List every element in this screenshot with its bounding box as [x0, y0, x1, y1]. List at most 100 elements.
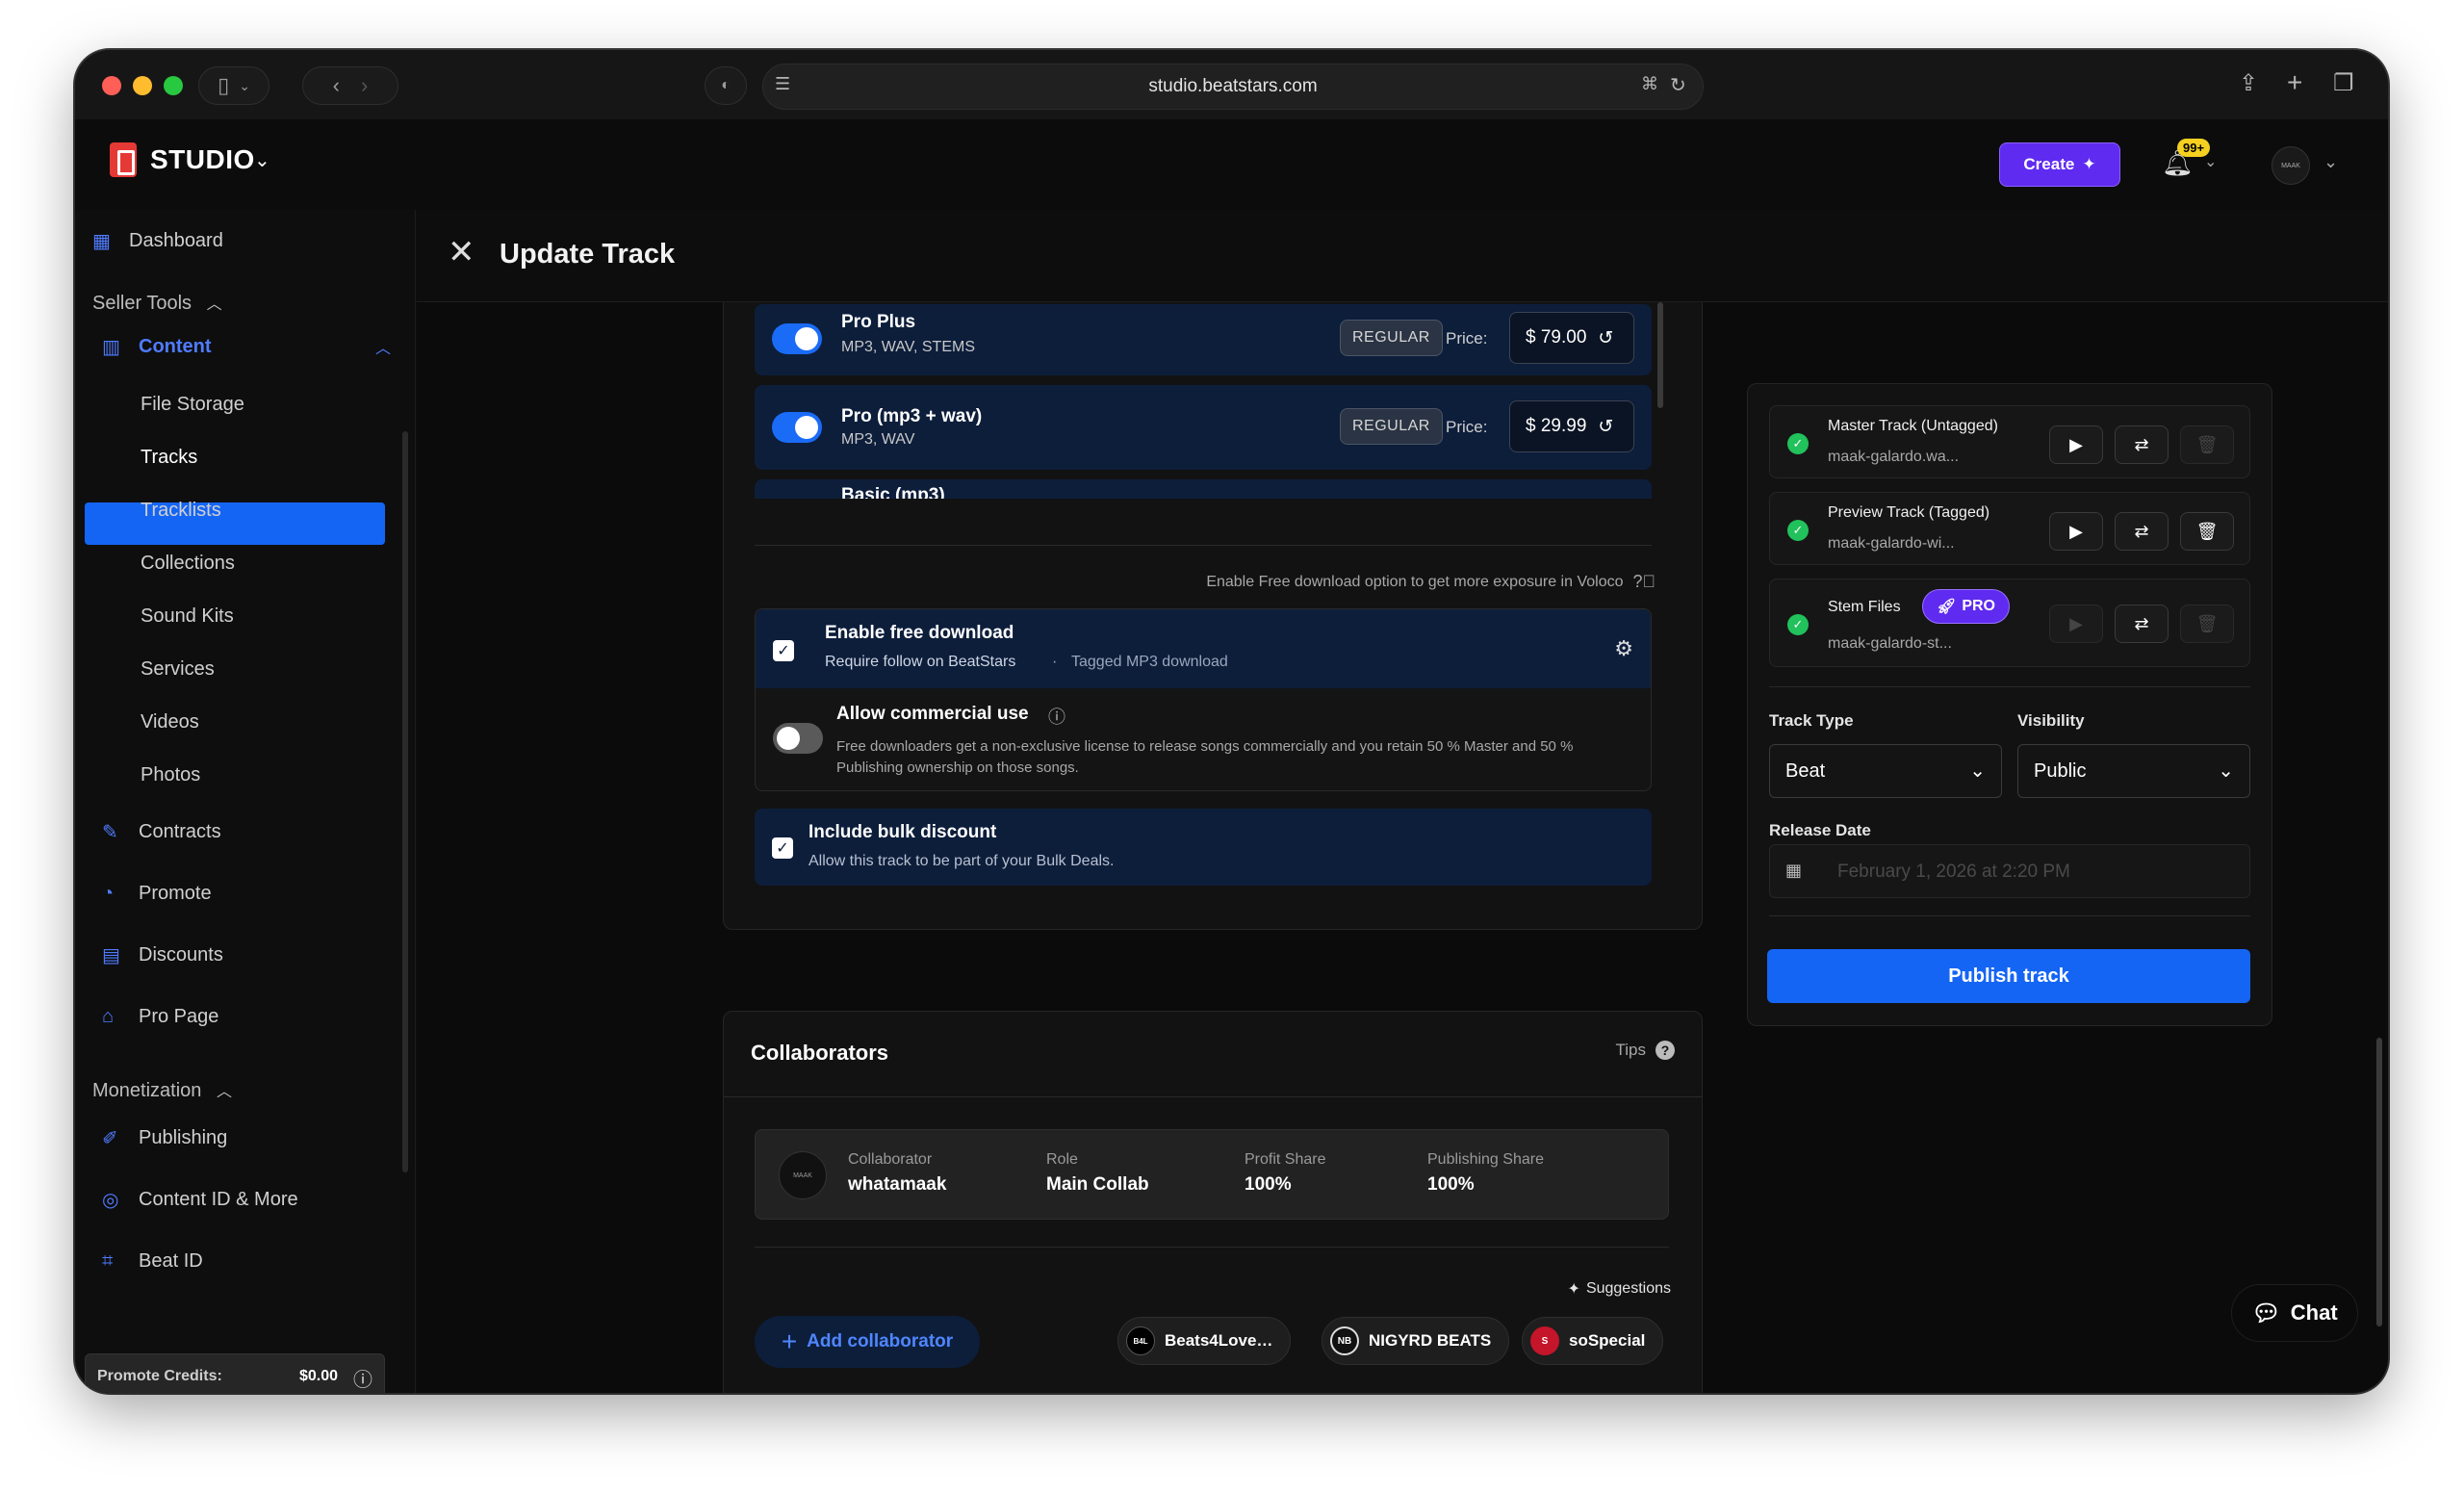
close-icon[interactable]: ✕ [448, 233, 475, 271]
replace-button[interactable]: ⇄ [2115, 425, 2169, 464]
help-icon[interactable]: ?⃝ [1632, 572, 1656, 592]
sidebar-item-label: Publishing [139, 1126, 228, 1148]
release-date-label: Release Date [1769, 821, 1871, 839]
commercial-use-title: Allow commercial use [836, 704, 1029, 724]
promote-credits[interactable]: Promote Credits: $0.00 ⓘ [85, 1353, 385, 1393]
sidebar-item-services[interactable]: Services [141, 648, 215, 690]
sidebar-item-beat-id[interactable]: ⌗ Beat ID [102, 1240, 203, 1282]
sidebar-item-collections[interactable]: Collections [141, 542, 235, 584]
free-download-checkbox[interactable]: ✓ [773, 640, 794, 661]
sidebar-item-publishing[interactable]: ✐ Publishing [102, 1117, 227, 1159]
sidebar-item-contracts[interactable]: ✎ Contracts [102, 811, 221, 853]
info-icon[interactable]: ⓘ [1048, 704, 1065, 729]
trash-icon: 🗑︎ [2195, 613, 2219, 633]
chevron-down-icon[interactable]: ⌄ [2323, 152, 2338, 172]
avatar[interactable]: MAAK [2272, 146, 2310, 185]
bulk-discount-checkbox[interactable]: ✓ [772, 837, 793, 859]
sidebar-item-promote[interactable]: ◔ Promote [102, 872, 212, 914]
reload-icon[interactable]: ↻ [1670, 73, 1686, 97]
price-input[interactable]: $ 79.00 ↺ [1509, 312, 1634, 364]
info-icon[interactable]: ⓘ [353, 1364, 372, 1392]
pro-badge[interactable]: 🚀︎ PRO [1922, 589, 2010, 624]
close-window-button[interactable] [102, 76, 121, 95]
price-input[interactable]: $ 29.99 ↺ [1509, 400, 1634, 452]
delete-button[interactable]: 🗑︎ [2180, 512, 2234, 551]
replace-button[interactable]: ⇄ [2115, 512, 2169, 551]
chat-button[interactable]: 💬︎ Chat [2231, 1284, 2358, 1342]
replace-button[interactable]: ⇄ [2115, 605, 2169, 643]
suggestion-name: NIGYRD BEATS [1369, 1331, 1492, 1350]
sidebar: ▦ Dashboard Seller Tools ︿ ▥ Content ︿ F… [75, 210, 416, 1393]
tips-link[interactable]: Tips ? [1616, 1041, 1675, 1060]
sidebar-item-file-storage[interactable]: File Storage [141, 383, 244, 425]
privacy-toggle-button[interactable]: ◐ [705, 66, 747, 105]
license-toggle[interactable] [772, 323, 822, 354]
play-button[interactable]: ▶ [2049, 425, 2103, 464]
beatstars-logo-icon[interactable] [110, 142, 137, 177]
license-toggle[interactable] [772, 412, 822, 443]
release-date-input[interactable]: ▦ February 1, 2026 at 2:20 PM [1769, 844, 2250, 898]
sidebar-item-pro-page[interactable]: ⌂ Pro Page [102, 995, 218, 1038]
sidebar-item-dashboard[interactable]: ▦ Dashboard [92, 219, 223, 262]
gear-icon[interactable]: ⚙ [1614, 636, 1633, 661]
sparkle-icon: ✦ [1567, 1281, 1580, 1298]
sidebar-section-monetization[interactable]: Monetization ︿ [92, 1078, 232, 1102]
sidebar-toggle-button[interactable]: ▯ ⌄ [198, 66, 270, 105]
sidebar-item-tracks[interactable]: Tracks [141, 436, 197, 478]
studio-brand[interactable]: STUDIO [150, 144, 255, 175]
sidebar-item-videos[interactable]: Videos [141, 701, 199, 743]
delete-button[interactable]: 🗑︎ [2180, 605, 2234, 643]
share-icon[interactable]: ⇪ [2239, 69, 2258, 97]
minimize-window-button[interactable] [133, 76, 152, 95]
sidebar-item-label: Contracts [139, 820, 221, 842]
sidebar-item-photos[interactable]: Photos [141, 754, 200, 796]
sidebar-item-discounts[interactable]: ▤ Discounts [102, 934, 223, 976]
file-row-preview: ✓ Preview Track (Tagged) maak-galardo-wi… [1769, 492, 2250, 565]
play-button[interactable]: ▶ [2049, 605, 2103, 643]
sidebar-scrollbar[interactable] [402, 431, 408, 1172]
delete-button[interactable]: 🗑︎ [2180, 425, 2234, 464]
file-title: Master Track (Untagged) [1828, 418, 1998, 434]
track-type-select[interactable]: Beat ⌄ [1769, 744, 2002, 798]
main-scrollbar[interactable] [2376, 1038, 2382, 1326]
sidebar-item-label: Sound Kits [141, 605, 234, 627]
tabs-overview-icon[interactable]: ❐ [2333, 69, 2354, 97]
play-icon: ▶ [2069, 434, 2083, 454]
bulk-discount-box: ✓ Include bulk discount Allow this track… [755, 809, 1652, 886]
track-files-card: ✓ Master Track (Untagged) maak-galardo.w… [1747, 383, 2272, 1026]
chevron-down-icon[interactable]: ⌄ [254, 148, 270, 172]
address-bar[interactable]: ☰ studio.beatstars.com ⌘ ↻ [762, 64, 1704, 110]
sidebar-item-tracklists[interactable]: Tracklists [141, 489, 221, 531]
add-collaborator-button[interactable]: + Add collaborator [755, 1316, 980, 1368]
collaborator-row[interactable]: MAAK Collaborator whatamaak Role Main Co… [755, 1129, 1669, 1220]
sidebar-item-content[interactable]: ▥ Content ︿ [102, 325, 391, 368]
rocket-icon: 🚀︎ [1937, 599, 1957, 615]
contract-icon: ✎ [102, 821, 118, 843]
suggestion-chip-beats4love[interactable]: B4L Beats4Love… [1117, 1317, 1292, 1365]
forward-icon[interactable]: › [361, 73, 368, 98]
sidebar-item-sound-kits[interactable]: Sound Kits [141, 595, 234, 637]
licenses-scrollbar[interactable] [1657, 302, 1663, 408]
back-icon[interactable]: ‹ [333, 73, 340, 98]
translate-icon[interactable]: ⌘ [1641, 74, 1658, 94]
sidebar-item-label: Content [139, 335, 212, 357]
collaborator-value: whatamaak [848, 1174, 947, 1195]
visibility-select[interactable]: Public ⌄ [2017, 744, 2250, 798]
chevron-down-icon: ⌄ [2218, 760, 2234, 782]
sidebar-section-seller-tools[interactable]: Seller Tools ︿ [92, 291, 222, 315]
reset-icon[interactable]: ↺ [1598, 327, 1613, 349]
new-tab-icon[interactable]: + [2287, 67, 2302, 98]
suggestion-chip-nigyrd-beats[interactable]: NB NIGYRD BEATS [1322, 1317, 1510, 1365]
suggestion-chip-sospecial[interactable]: S soSpecial [1522, 1317, 1664, 1365]
chevron-down-icon[interactable]: ⌄ [2204, 152, 2217, 171]
commercial-use-toggle[interactable] [773, 723, 823, 754]
reset-icon[interactable]: ↺ [1598, 416, 1613, 438]
publish-track-button[interactable]: Publish track [1767, 949, 2250, 1003]
sidebar-item-label: Collections [141, 552, 235, 574]
maximize-window-button[interactable] [164, 76, 183, 95]
sidebar-item-content-id[interactable]: ◎ Content ID & More [102, 1178, 298, 1221]
create-button[interactable]: Create ✦ [1999, 142, 2120, 187]
free-download-title: Enable free download [825, 623, 1014, 643]
play-button[interactable]: ▶ [2049, 512, 2103, 551]
price-value: $ 79.00 [1526, 327, 1587, 348]
